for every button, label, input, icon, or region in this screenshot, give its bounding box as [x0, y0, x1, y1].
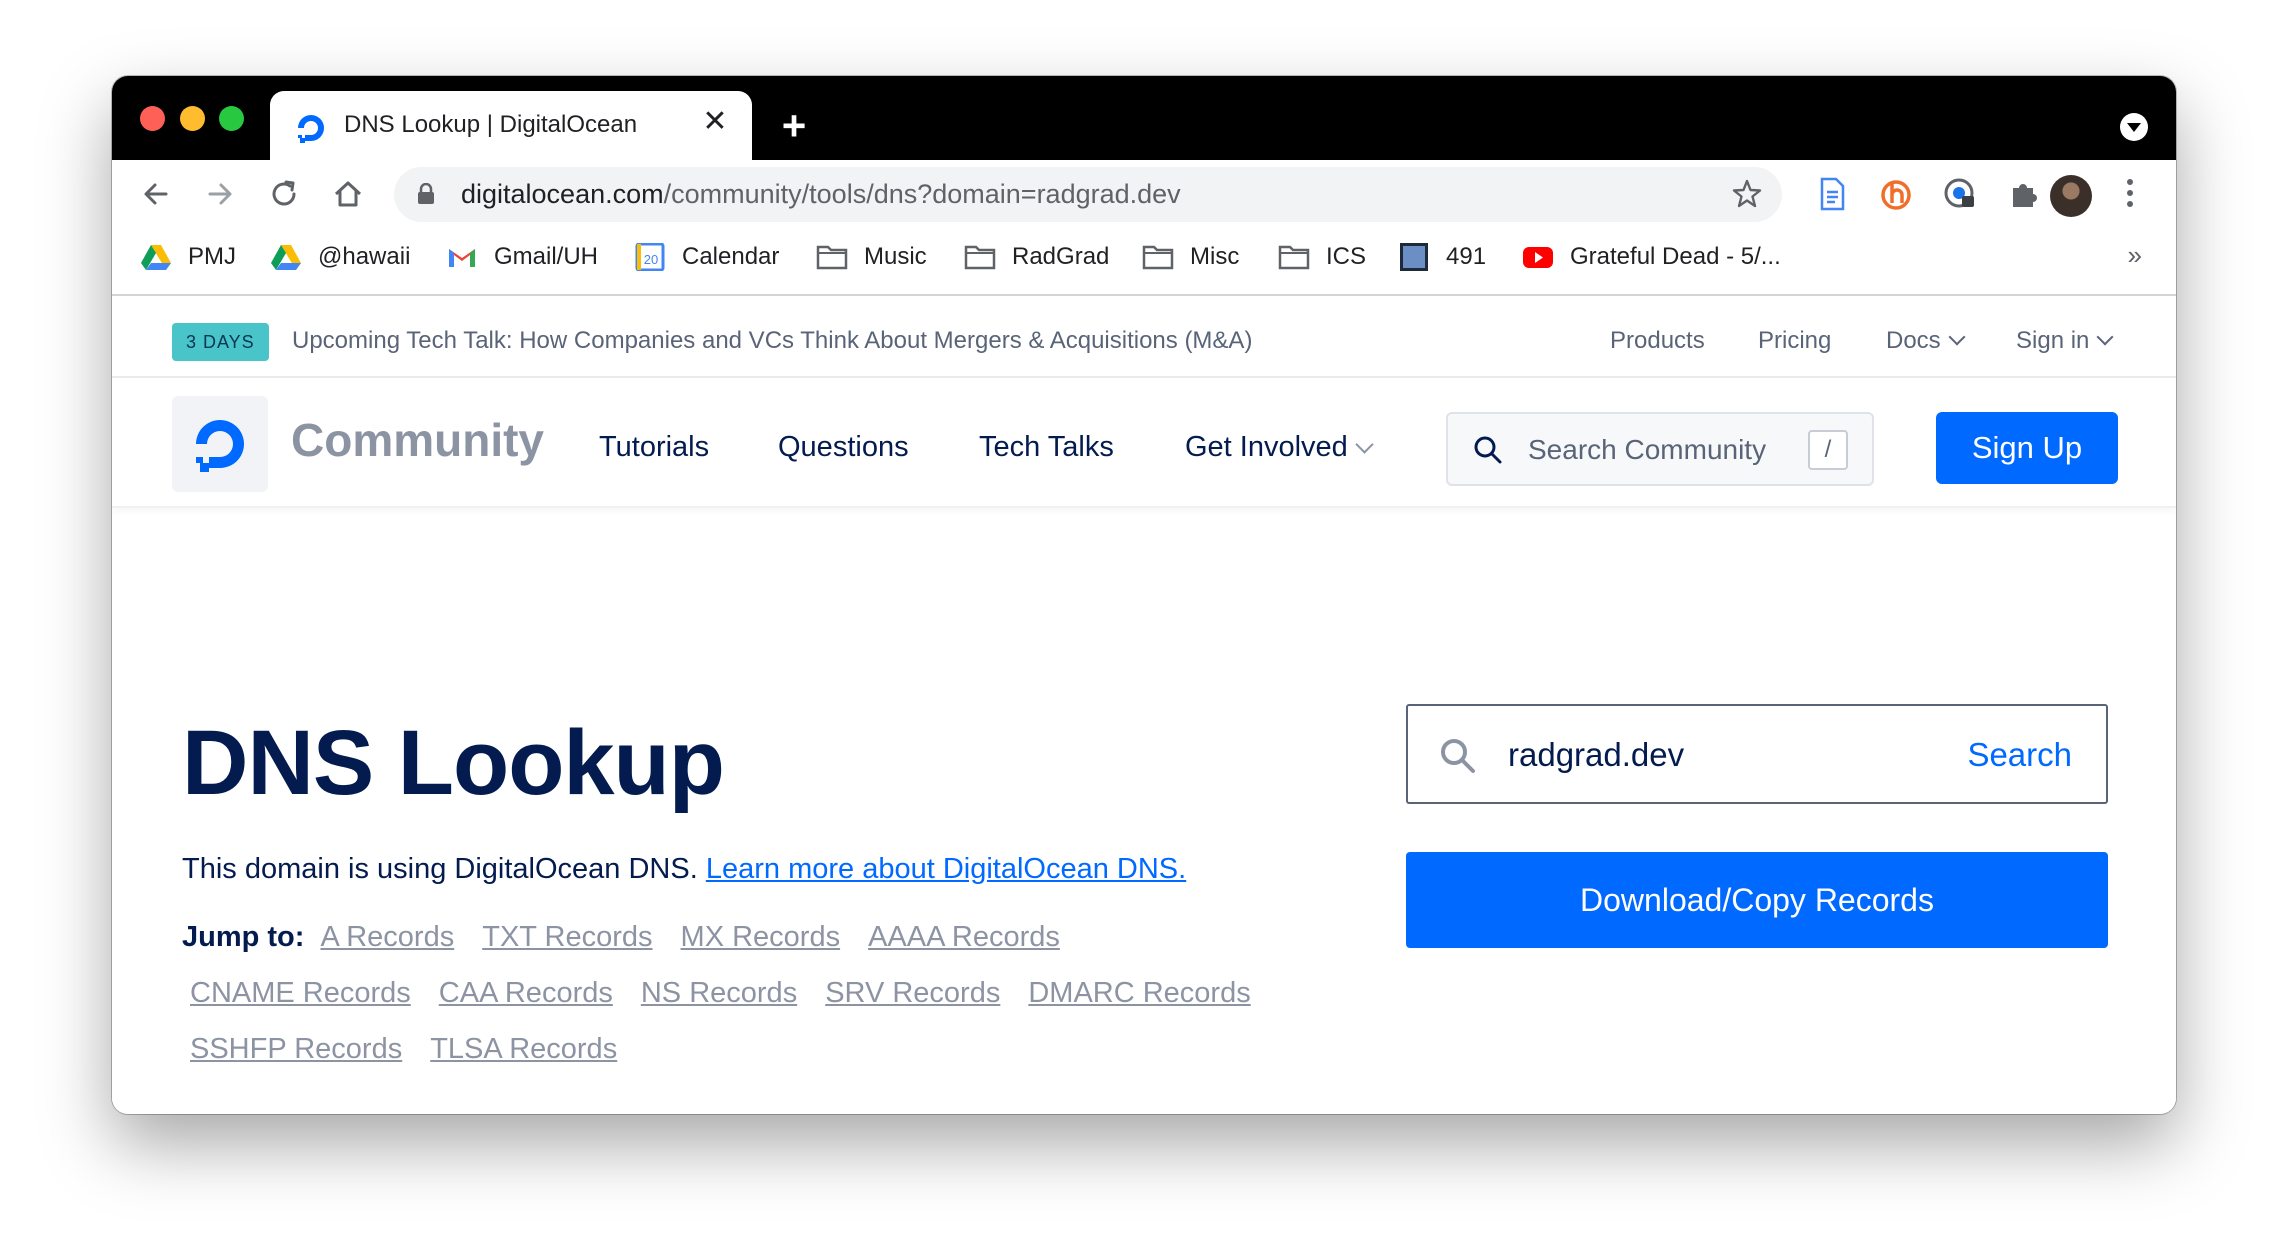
jump-row: SSHFP Records TLSA Records: [190, 1033, 645, 1066]
active-tab[interactable]: DNS Lookup | DigitalOcean ✕: [270, 91, 752, 160]
back-arrow-icon[interactable]: [136, 174, 176, 214]
bookmark-calendar[interactable]: 20 Calendar: [634, 240, 779, 274]
nav-tech-talks[interactable]: Tech Talks: [979, 431, 1114, 464]
url-text[interactable]: digitalocean.com/community/tools/dns?dom…: [461, 179, 1181, 210]
password-extension-icon[interactable]: [1940, 174, 1980, 214]
close-window-button[interactable]: [140, 106, 165, 131]
pricing-link[interactable]: Pricing: [1758, 327, 1831, 355]
maximize-window-button[interactable]: [219, 106, 244, 131]
folder-icon: [964, 245, 996, 270]
nav-questions[interactable]: Questions: [778, 431, 909, 464]
browser-window: DNS Lookup | DigitalOcean ✕ + digitaloce…: [112, 76, 2176, 1114]
jump-row: CNAME Records CAA Records NS Records SRV Re…: [190, 977, 1279, 1010]
google-drive-icon: [141, 245, 171, 270]
honey-extension-icon[interactable]: [1876, 174, 1916, 214]
home-icon[interactable]: [328, 174, 368, 214]
bookmark-star-icon[interactable]: [1730, 177, 1764, 211]
bookmarks-overflow-icon[interactable]: »: [2128, 240, 2142, 271]
web-page: 3 DAYS Upcoming Tech Talk: How Companies…: [112, 298, 2176, 1114]
bookmark-music[interactable]: Music: [816, 240, 927, 274]
folder-icon: [816, 245, 848, 270]
jump-mx-records[interactable]: MX Records: [681, 921, 841, 953]
bookmark-gmail[interactable]: Gmail/UH: [446, 240, 598, 274]
nav-tutorials[interactable]: Tutorials: [599, 431, 709, 464]
reload-icon[interactable]: [264, 174, 304, 214]
community-search-input[interactable]: Search Community /: [1446, 412, 1874, 486]
jump-aaaa-records[interactable]: AAAA Records: [868, 921, 1060, 953]
bookmark-radgrad[interactable]: RadGrad: [964, 240, 1109, 274]
jump-a-records[interactable]: A Records: [320, 921, 454, 953]
new-tab-button[interactable]: +: [774, 105, 814, 147]
bookmark-misc[interactable]: Misc: [1142, 240, 1239, 274]
tab-close-icon[interactable]: ✕: [698, 105, 732, 139]
jump-row: Jump to: A Records TXT Records MX Records AA…: [182, 921, 1088, 954]
sign-up-button[interactable]: Sign Up: [1936, 412, 2118, 484]
products-link[interactable]: Products: [1610, 327, 1705, 355]
chevron-down-icon: [2096, 328, 2114, 346]
download-copy-records-button[interactable]: Download/Copy Records: [1406, 852, 2108, 948]
jump-dmarc-records[interactable]: DMARC Records: [1028, 977, 1250, 1009]
docs-menu[interactable]: Docs: [1886, 327, 1966, 355]
community-brand[interactable]: Community: [291, 413, 544, 467]
docs-extension-icon[interactable]: [1812, 174, 1852, 214]
youtube-icon: [1523, 247, 1553, 268]
tab-title: DNS Lookup | DigitalOcean: [344, 111, 638, 138]
digitalocean-logo-icon: [196, 420, 244, 472]
url-path: /community/tools/dns?domain=radgrad.dev: [663, 179, 1181, 209]
extensions-puzzle-icon[interactable]: [2004, 174, 2044, 214]
tab-search-icon[interactable]: [2120, 113, 2148, 141]
browser-toolbar: digitalocean.com/community/tools/dns?dom…: [112, 160, 2176, 226]
svg-text:20: 20: [644, 252, 658, 267]
folder-icon: [1278, 245, 1310, 270]
folder-icon: [1142, 245, 1174, 270]
community-nav: Community Tutorials Questions Tech Talks…: [112, 378, 2176, 508]
jump-srv-records[interactable]: SRV Records: [825, 977, 1000, 1009]
sign-in-menu[interactable]: Sign in: [2016, 327, 2114, 355]
bookmark-ics[interactable]: ICS: [1278, 240, 1366, 274]
calendar-icon: 20: [635, 243, 665, 271]
dns-intro: This domain is using DigitalOcean DNS. L…: [182, 853, 1187, 885]
jump-caa-records[interactable]: CAA Records: [439, 977, 613, 1009]
search-shortcut-key: /: [1808, 430, 1848, 470]
digitalocean-favicon-icon: [298, 115, 324, 143]
learn-more-dns-link[interactable]: Learn more about DigitalOcean DNS.: [706, 853, 1186, 885]
chevron-down-icon: [1355, 435, 1374, 454]
domain-input-value[interactable]: radgrad.dev: [1508, 736, 1684, 774]
lock-icon[interactable]: [416, 183, 436, 205]
bookmark-491[interactable]: 491: [1398, 240, 1486, 274]
jump-txt-records[interactable]: TXT Records: [482, 921, 652, 953]
tech-talk-badge: 3 DAYS: [172, 323, 269, 361]
jump-cname-records[interactable]: CNAME Records: [190, 977, 411, 1009]
forward-arrow-icon[interactable]: [200, 174, 240, 214]
address-bar[interactable]: digitalocean.com/community/tools/dns?dom…: [394, 167, 1782, 222]
search-icon: [1441, 739, 1475, 773]
bookmarks-bar: PMJ @hawaii Gmail/UH 20 Calendar Music R…: [112, 226, 2176, 296]
jump-label: Jump to:: [182, 921, 305, 953]
bookmark-grateful-dead[interactable]: Grateful Dead - 5/...: [1522, 240, 1781, 274]
profile-avatar[interactable]: [2050, 175, 2092, 217]
page-title: DNS Lookup: [182, 712, 725, 814]
digitalocean-logo[interactable]: [172, 396, 268, 492]
bookmark-pmj[interactable]: PMJ: [140, 240, 236, 274]
domain-search-button[interactable]: Search: [1967, 736, 2072, 774]
search-icon: [1474, 436, 1502, 464]
google-drive-icon: [271, 245, 301, 270]
browser-menu-icon[interactable]: [2124, 176, 2136, 216]
jump-ns-records[interactable]: NS Records: [641, 977, 797, 1009]
minimize-window-button[interactable]: [180, 106, 205, 131]
url-host: digitalocean.com: [461, 179, 664, 209]
chevron-down-icon: [1948, 328, 1966, 346]
search-placeholder: Search Community: [1528, 434, 1767, 465]
tech-talk-announcement-link[interactable]: Upcoming Tech Talk: How Companies and VC…: [292, 327, 1252, 355]
nav-get-involved[interactable]: Get Involved: [1185, 431, 1374, 464]
gmail-icon: [449, 249, 475, 267]
domain-search-field[interactable]: radgrad.dev Search: [1406, 704, 2108, 804]
square-site-icon: [1400, 243, 1428, 271]
tab-strip: DNS Lookup | DigitalOcean ✕ +: [112, 76, 2176, 160]
announcement-bar: 3 DAYS Upcoming Tech Talk: How Companies…: [112, 298, 2176, 378]
bookmark-hawaii[interactable]: @hawaii: [270, 240, 410, 274]
jump-tlsa-records[interactable]: TLSA Records: [430, 1033, 617, 1065]
jump-sshfp-records[interactable]: SSHFP Records: [190, 1033, 402, 1065]
